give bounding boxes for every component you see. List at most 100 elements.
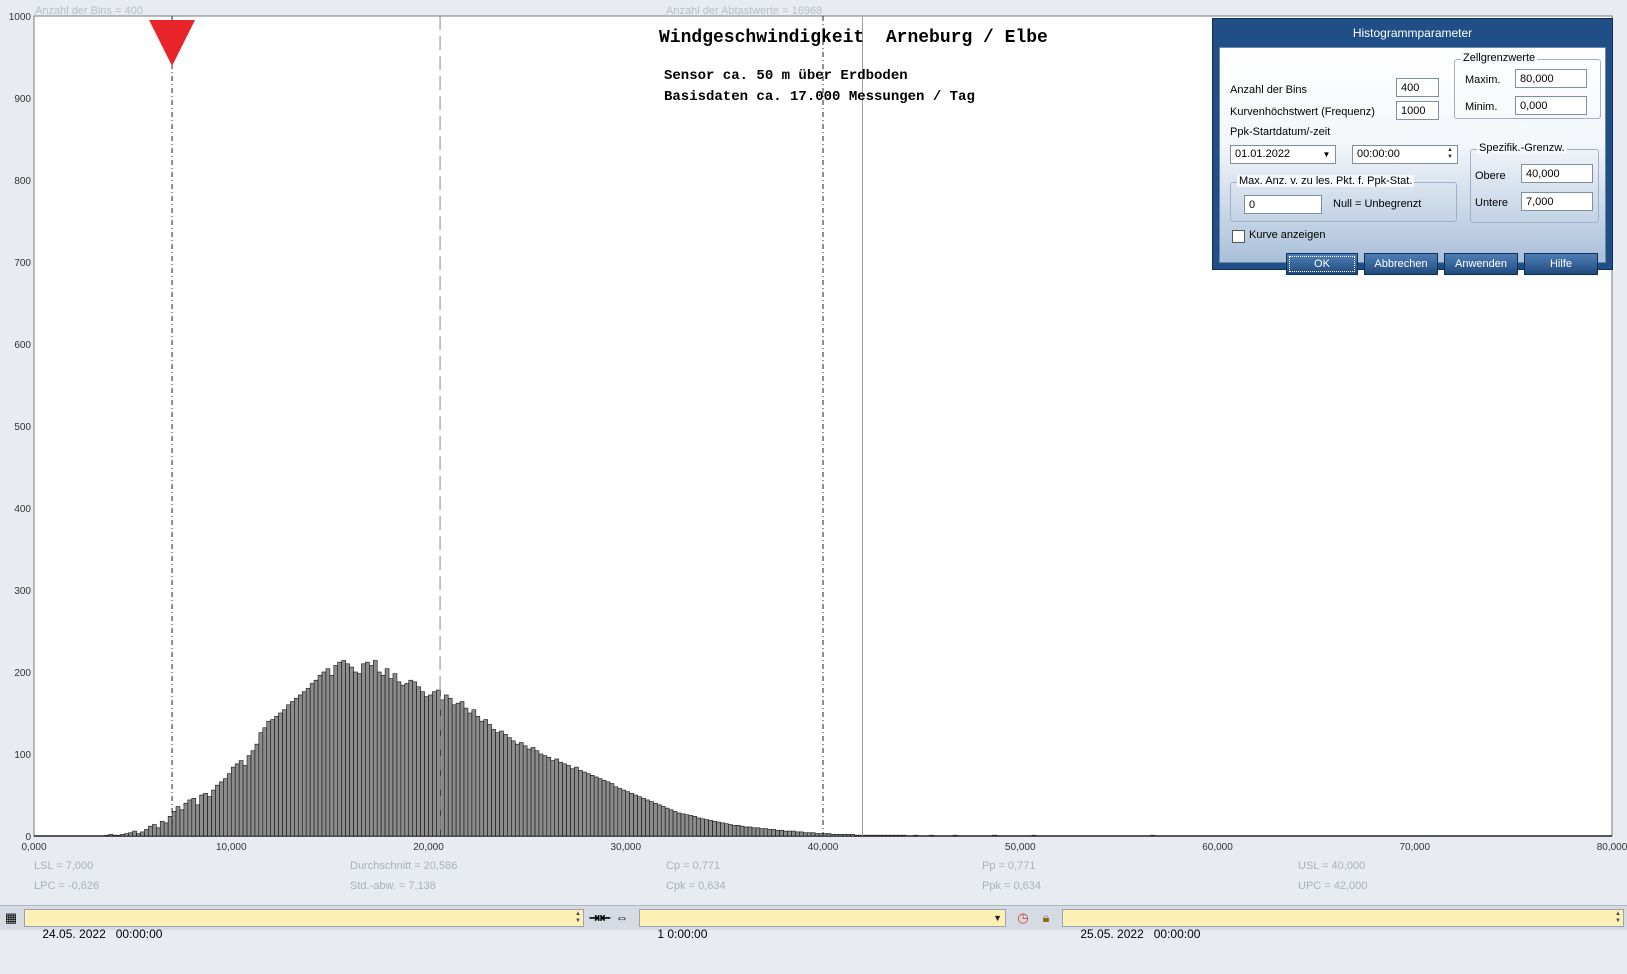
histogram-bar	[775, 829, 780, 837]
show-curve-checkbox[interactable]	[1232, 230, 1245, 243]
bins-input[interactable]	[1396, 78, 1439, 97]
histogram-bar	[676, 812, 682, 837]
histogram-bar	[885, 834, 891, 837]
histogram-bar	[199, 794, 204, 837]
calendar-icon[interactable]: ▦	[2, 910, 20, 926]
histogram-bar	[108, 834, 114, 837]
histogram-bar	[653, 802, 658, 837]
x-tick-label: 30,000	[610, 842, 641, 853]
stat-cpk: Cpk = 0,634	[666, 880, 726, 892]
null-note: Null = Unbegrenzt	[1333, 198, 1422, 210]
histogram-bar	[112, 834, 118, 837]
apply-button[interactable]: Anwenden	[1444, 253, 1518, 275]
end-datetime-field[interactable]: 25.05. 2022 00:00:00 ▲ ▼	[1062, 909, 1624, 941]
histogram-bar	[270, 719, 275, 837]
ppk-date-select[interactable]: 01.01.2022 ▼	[1230, 145, 1336, 164]
start-datetime-field[interactable]: 24.05. 2022 00:00:00 ▲ ▼	[24, 909, 584, 941]
histogram-bar	[325, 668, 331, 837]
histogram-bar	[404, 683, 410, 837]
histogram-bar	[542, 755, 548, 837]
max-points-group: Max. Anz. v. zu les. Pkt. f. Ppk-Stat. N…	[1230, 175, 1457, 222]
x-tick-label: 40,000	[808, 842, 839, 853]
histogram-bar	[534, 750, 540, 837]
zoom-in-arrows-icon[interactable]: ⇥⇤	[589, 910, 611, 926]
histogram-bar	[183, 802, 189, 837]
y-tick-label: 100	[14, 750, 31, 761]
curve-max-label: Kurvenhöchstwert (Frequenz)	[1230, 106, 1375, 118]
histogram-bar	[668, 809, 674, 837]
histogram-bar	[124, 833, 129, 837]
stat-pp: Pp = 0,771	[982, 860, 1036, 872]
stat-lsl: LSL = 7,000	[34, 860, 94, 872]
histogram-bar	[274, 715, 279, 837]
y-tick-label: 700	[14, 258, 31, 269]
cell-limits-group: Zellgrenzwerte Maxim. Minim.	[1454, 52, 1601, 119]
upper-limit-input[interactable]	[1521, 164, 1593, 183]
histogram-bar	[349, 666, 354, 837]
max-points-input[interactable]	[1244, 195, 1322, 214]
histogram-bar	[305, 688, 311, 837]
histogram-bar	[294, 697, 299, 837]
lower-limit-input[interactable]	[1521, 192, 1593, 211]
min-input[interactable]	[1515, 96, 1587, 115]
curve-max-input[interactable]	[1396, 101, 1439, 120]
y-tick-label: 900	[14, 94, 31, 105]
histogram-bar	[731, 825, 737, 837]
histogram-bar	[585, 773, 591, 837]
chevron-down-icon[interactable]: ▼	[993, 910, 1002, 926]
help-button[interactable]: Hilfe	[1524, 253, 1598, 275]
y-tick-label: 1000	[9, 12, 32, 23]
histogram-bar	[842, 834, 847, 837]
span-select[interactable]: 1 0:00:00 ▼	[639, 909, 1006, 941]
histogram-bar	[550, 760, 556, 837]
histogram-bar	[175, 806, 181, 837]
histogram-bar	[309, 683, 315, 837]
spinner-icon[interactable]: ▲ ▼	[1615, 911, 1621, 925]
histogram-bar	[578, 770, 583, 837]
histogram-bar	[605, 781, 611, 837]
histogram-bar	[834, 834, 840, 837]
spinner-icon[interactable]: ▲ ▼	[575, 911, 581, 925]
dialog-client: Anzahl der Bins Kurvenhöchstwert (Freque…	[1219, 47, 1606, 275]
histogram-bar	[443, 694, 449, 837]
histogram-bar	[219, 781, 224, 837]
histogram-bar	[278, 712, 283, 837]
histogram-bar	[538, 753, 544, 837]
histogram-bar	[526, 748, 532, 837]
histogram-bar	[345, 663, 350, 837]
histogram-bar	[767, 829, 773, 837]
x-tick-label: 0,000	[21, 842, 46, 853]
histogram-bar	[566, 765, 571, 837]
x-tick-label: 10,000	[216, 842, 247, 853]
ok-button[interactable]: OK	[1286, 253, 1358, 275]
chart-subtitle-basis: Basisdaten ca. 17.000 Messungen / Tag	[664, 89, 975, 105]
lock-icon[interactable]: 🔒︎	[1037, 910, 1055, 926]
histogram-bar	[862, 834, 867, 837]
max-input[interactable]	[1515, 69, 1587, 88]
ppk-time-input[interactable]: 00:00:00 ▲ ▼	[1352, 145, 1458, 164]
histogram-bar	[708, 820, 713, 837]
spinner-icon[interactable]: ▲ ▼	[1444, 147, 1456, 162]
histogram-bar	[664, 807, 670, 837]
histogram-bar	[617, 788, 623, 837]
clock-icon[interactable]: ◷	[1014, 910, 1032, 926]
histogram-bar	[771, 829, 776, 837]
histogram-bar	[499, 730, 504, 837]
histogram-bar	[621, 789, 627, 837]
histogram-bar	[187, 799, 193, 837]
histogram-bar	[471, 709, 477, 837]
histogram-bar	[806, 832, 812, 837]
max-label: Maxim.	[1465, 74, 1501, 86]
histogram-bar	[684, 814, 690, 837]
histogram-bar	[262, 727, 268, 837]
histogram-bar	[763, 828, 769, 837]
cancel-button[interactable]: Abbrechen	[1364, 253, 1438, 275]
chevron-down-icon[interactable]: ▼	[1320, 148, 1333, 161]
histogram-bar	[720, 822, 725, 837]
histogram-bar	[503, 734, 508, 837]
histogram-bar	[369, 665, 374, 837]
max-points-title: Max. Anz. v. zu les. Pkt. f. Ppk-Stat.	[1237, 175, 1415, 187]
histogram-bar	[589, 775, 595, 837]
histogram-bar	[791, 830, 796, 837]
zoom-out-arrows-icon[interactable]: ⇔	[612, 910, 632, 926]
